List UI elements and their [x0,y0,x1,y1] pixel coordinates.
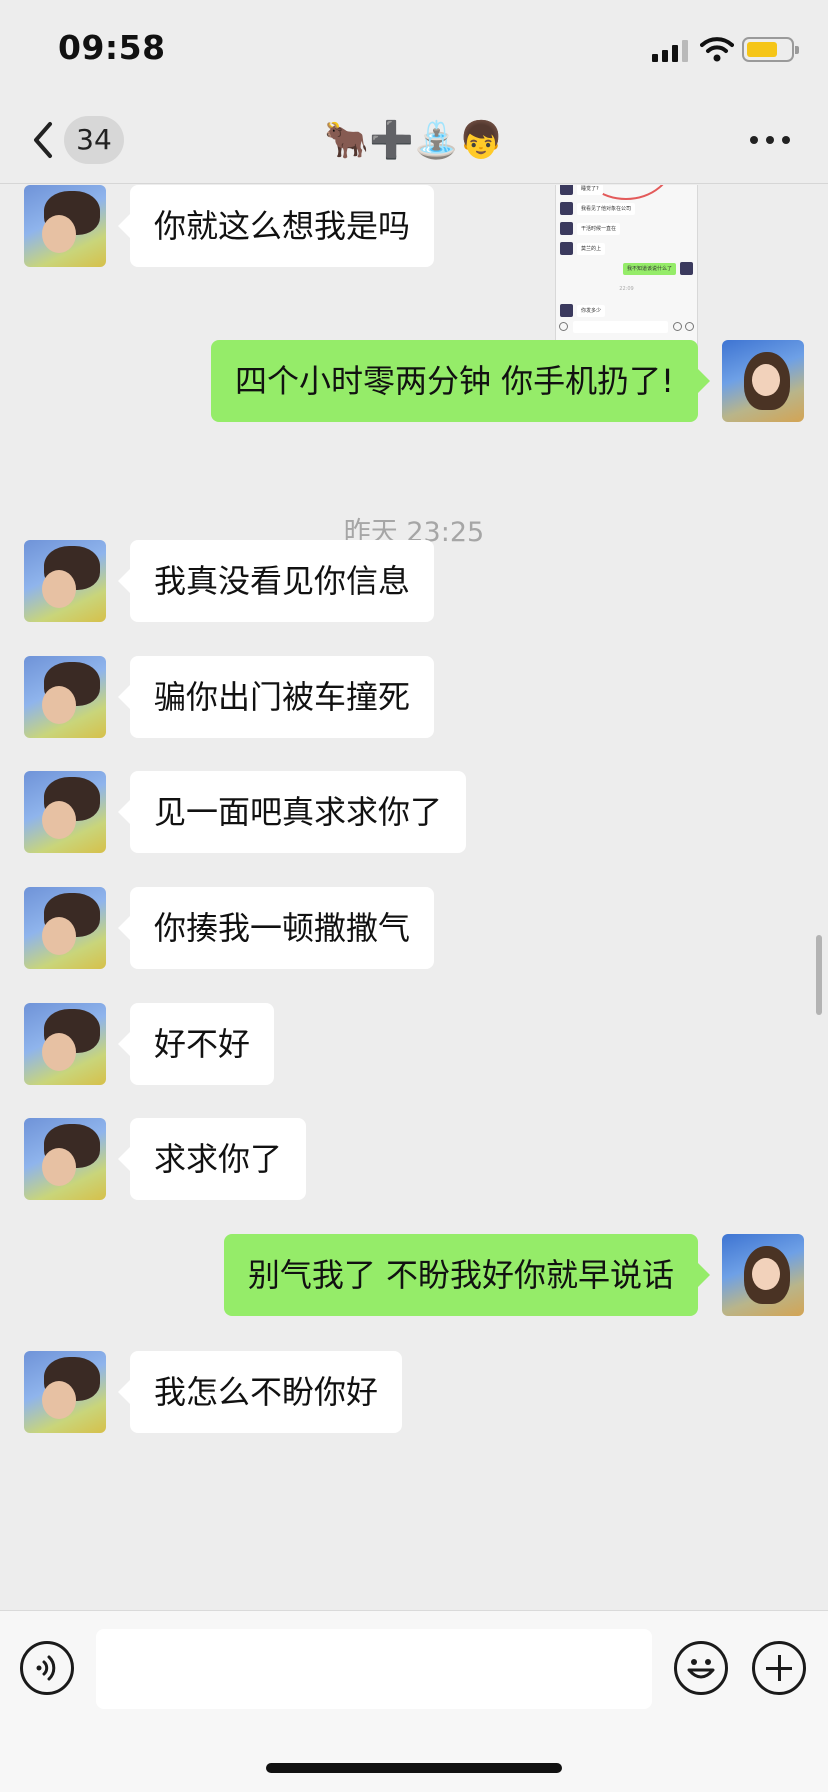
signal-icon [652,40,690,62]
contact-avatar[interactable] [24,771,106,853]
received-message-row: 我真没看见你信息 [0,540,828,622]
image-bubble-text: 你发多少 [577,305,606,317]
message-bubble[interactable]: 四个小时零两分钟 你手机扔了! [210,340,711,422]
image-timestamp: 22:09 [619,286,634,292]
plus-icon[interactable] [752,1641,806,1695]
wifi-icon [700,37,734,62]
contact-avatar[interactable] [24,1351,106,1433]
message-bubble[interactable]: 见一面吧真求求你了 [117,771,467,853]
received-message-row: 我怎么不盼你好 [0,1351,828,1433]
received-message-row: 你揍我一顿撒撒气 [0,887,828,969]
received-message-row: 见一面吧真求求你了 [0,771,828,853]
contact-avatar[interactable] [24,1003,106,1085]
input-bar [0,1610,828,1792]
voice-icon[interactable] [20,1641,74,1695]
contact-avatar[interactable] [24,540,106,622]
status-bar: 09:58 [0,0,828,100]
message-bubble[interactable]: 好不好 [117,1003,275,1085]
message-bubble[interactable]: 求求你了 [117,1118,307,1200]
ellipsis-icon[interactable] [750,136,790,146]
status-time: 09:58 [58,28,166,67]
message-bubble[interactable]: 你揍我一顿撒撒气 [117,887,435,969]
contact-avatar[interactable] [24,1118,106,1200]
home-indicator[interactable] [266,1763,562,1773]
message-input[interactable] [96,1629,652,1709]
message-bubble[interactable]: 骗你出门被车撞死 [117,656,435,738]
battery-icon [742,37,799,62]
message-bubble[interactable]: 我怎么不盼你好 [117,1351,403,1433]
message-bubble[interactable]: 别气我了 不盼我好你就早说话 [223,1234,711,1316]
message-bubble[interactable]: 你就这么想我是吗 [117,185,435,267]
image-input-bar [559,320,694,334]
emoji-icon[interactable] [674,1641,728,1695]
received-message-row: 求求你了 [0,1118,828,1200]
contact-avatar[interactable] [24,656,106,738]
image-chat-row: 你发多少 [560,304,692,318]
chat-header: 34 🐂➕⛲👦 [0,100,828,184]
chat-title: 🐂➕⛲👦 [324,120,504,161]
image-avatar [560,304,573,317]
received-message-row: 好不好 [0,1003,828,1085]
received-message-row: 骗你出门被车撞死 [0,656,828,738]
message-bubble[interactable]: 我真没看见你信息 [117,540,435,622]
message-list[interactable]: 22:09 睡觉了? 我看见了他对象在公司 干活时候一直在 莫兰的上 我不知道该说什么了… [0,185,828,1610]
received-message-row: 你就这么想我是吗 [0,185,828,267]
sent-message-row: 别气我了 不盼我好你就早说话 [0,1234,828,1316]
contact-avatar[interactable] [24,185,106,267]
contact-avatar[interactable] [24,887,106,969]
sent-message-row: 四个小时零两分钟 你手机扔了! [0,340,828,422]
my-avatar[interactable] [722,1234,804,1316]
my-avatar[interactable] [722,340,804,422]
